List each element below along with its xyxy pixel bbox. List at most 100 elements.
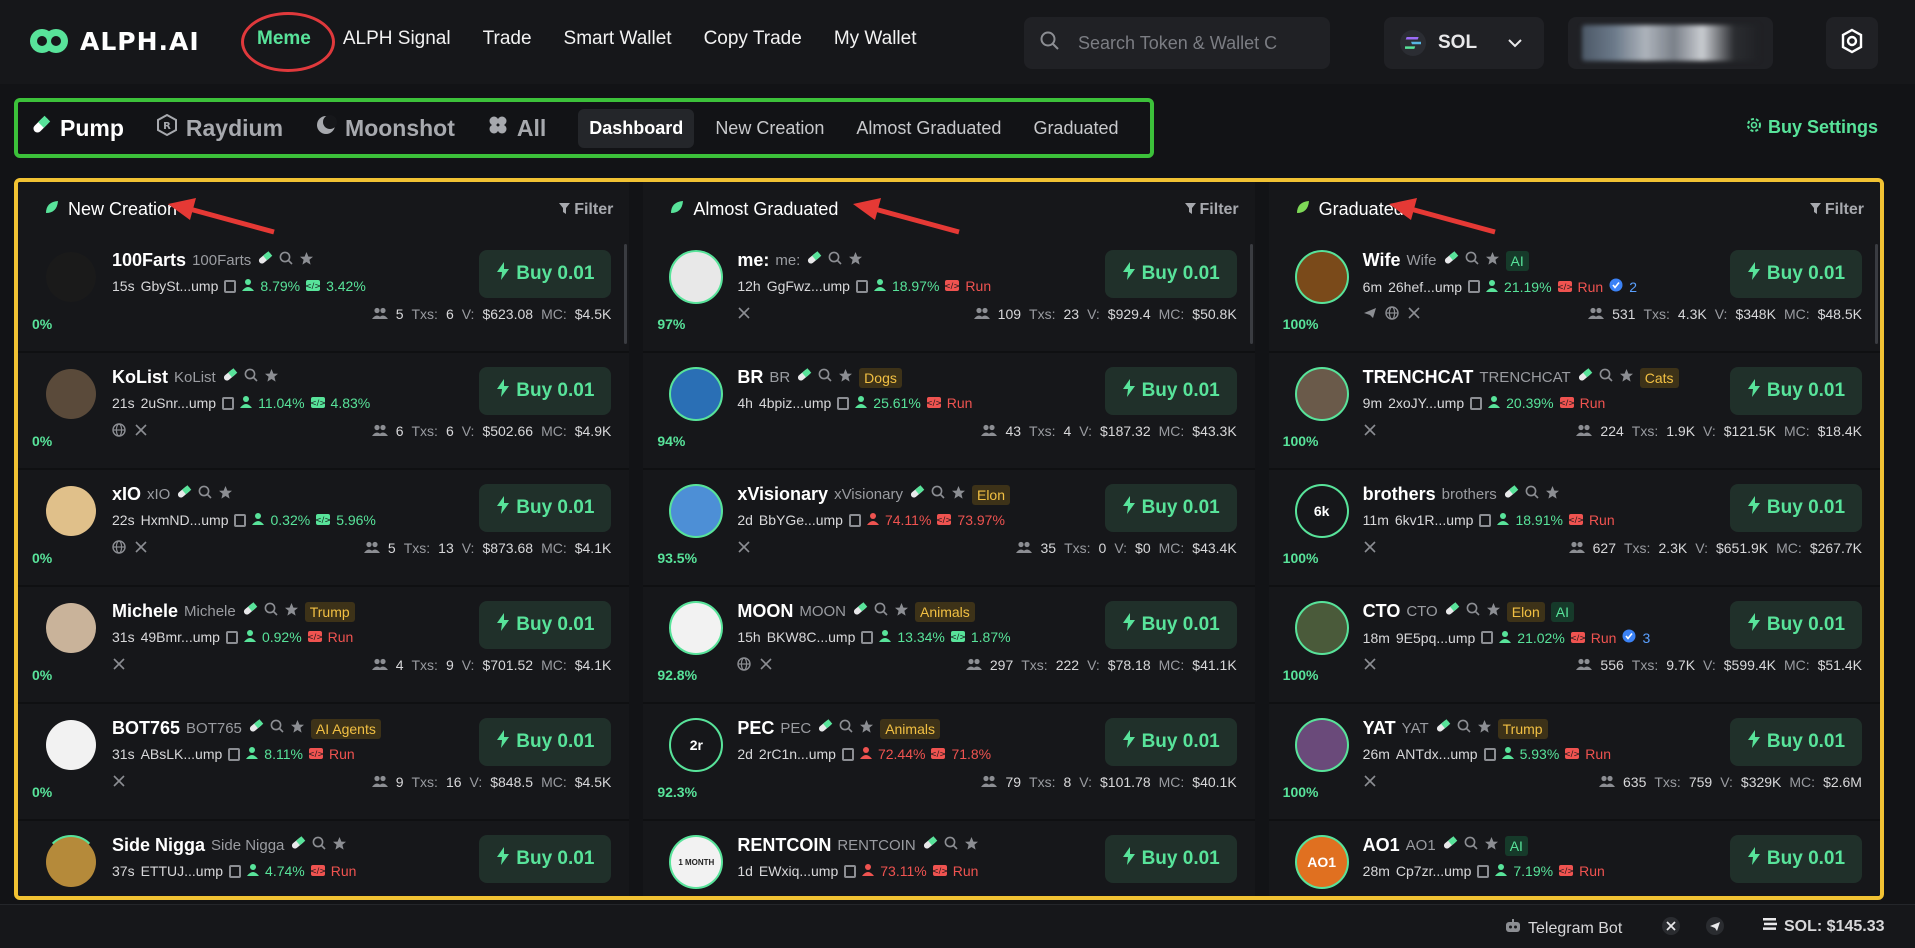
buy-button[interactable]: Buy 0.01 — [1104, 250, 1237, 298]
token-row[interactable]: 100% TRENCHCAT TRENCHCAT Cats 9m 2xoJY..… — [1268, 353, 1880, 470]
search-icon[interactable] — [264, 602, 278, 621]
copy-icon[interactable] — [229, 864, 242, 878]
copy-icon[interactable] — [1470, 396, 1483, 410]
copy-icon[interactable] — [224, 279, 237, 293]
copy-icon[interactable] — [861, 630, 874, 644]
brand-logo[interactable]: ALPH.AI — [28, 24, 200, 58]
copy-icon[interactable] — [222, 396, 235, 410]
search-icon[interactable] — [818, 368, 832, 387]
star-icon[interactable] — [838, 368, 853, 388]
x-icon[interactable] — [737, 540, 751, 557]
token-name[interactable]: xVisionary — [737, 484, 828, 505]
token-name[interactable]: KoList — [112, 367, 168, 388]
tab-graduated[interactable]: Graduated — [1022, 109, 1129, 148]
token-row[interactable]: 93.5% xVisionary xVisionary Elon 2d BbYG… — [643, 470, 1255, 587]
token-row[interactable]: 100% YAT YAT Trump 26m ANTdx...ump 5.93%… — [1268, 704, 1880, 821]
nav-alph-signal[interactable]: ALPH Signal — [343, 28, 451, 50]
token-avatar[interactable] — [44, 601, 98, 655]
star-icon[interactable] — [859, 719, 874, 739]
token-row[interactable]: 100% Wife Wife AI 6m 26hef...ump 21.19% … — [1268, 236, 1880, 353]
token-name[interactable]: YAT — [1363, 718, 1396, 739]
token-avatar[interactable] — [1294, 601, 1349, 655]
platform-moonshot[interactable]: Moonshot — [315, 114, 455, 142]
search-icon[interactable] — [1599, 368, 1613, 387]
token-avatar[interactable] — [44, 835, 98, 889]
platform-raydium[interactable]: R Raydium — [156, 113, 283, 142]
copy-icon[interactable] — [841, 747, 854, 761]
token-name[interactable]: TRENCHCAT — [1363, 367, 1474, 388]
buy-button[interactable]: Buy 0.01 — [1104, 835, 1237, 883]
star-icon[interactable] — [1484, 836, 1499, 856]
globe-icon[interactable] — [112, 540, 126, 557]
token-name[interactable]: MOON — [737, 601, 793, 622]
token-row[interactable]: 100% CTO CTO Elon AI 18m 9E5pq...ump 21.0… — [1268, 587, 1880, 704]
telegram-icon[interactable] — [1363, 306, 1377, 323]
token-name[interactable]: Michele — [112, 601, 178, 622]
token-name[interactable]: xIO — [112, 484, 141, 505]
token-row[interactable]: 92.8% MOON MOON Animals 15h BKW8C...ump … — [643, 587, 1255, 704]
buy-button[interactable]: Buy 0.01 — [479, 835, 612, 883]
token-avatar[interactable] — [1294, 367, 1349, 421]
token-avatar[interactable]: 1 MONTH — [669, 835, 724, 889]
buy-button[interactable]: Buy 0.01 — [1729, 835, 1862, 883]
wallet-address-blurred[interactable] — [1568, 17, 1773, 69]
x-icon[interactable] — [737, 306, 751, 323]
star-icon[interactable] — [299, 251, 314, 271]
star-icon[interactable] — [964, 836, 979, 856]
star-icon[interactable] — [1545, 485, 1560, 505]
buy-button[interactable]: Buy 0.01 — [479, 601, 612, 649]
token-row[interactable]: 2r 92.3% PEC PEC Animals 2d 2rC1n...ump … — [643, 704, 1255, 821]
buy-button[interactable]: Buy 0.01 — [1729, 367, 1862, 415]
buy-button[interactable]: Buy 0.01 — [479, 250, 612, 298]
globe-icon[interactable] — [112, 423, 126, 440]
token-row[interactable]: 6k 100% brothers brothers 11m 6kv1R...um… — [1268, 470, 1880, 587]
token-name[interactable]: Wife — [1363, 250, 1401, 271]
nav-copy-trade[interactable]: Copy Trade — [704, 28, 802, 50]
search-icon[interactable] — [1465, 251, 1479, 270]
copy-icon[interactable] — [1481, 631, 1494, 644]
token-name[interactable]: Side Nigga — [112, 835, 205, 856]
star-icon[interactable] — [284, 602, 299, 622]
buy-button[interactable]: Buy 0.01 — [479, 718, 612, 766]
tab-dashboard[interactable]: Dashboard — [578, 108, 695, 148]
search-icon[interactable] — [279, 251, 293, 270]
nav-trade[interactable]: Trade — [483, 28, 532, 50]
token-avatar[interactable] — [44, 484, 98, 538]
buy-settings-link[interactable]: Buy Settings — [1746, 117, 1878, 138]
token-row[interactable]: 0% KoList KoList 21s 2uSnr...ump 11.04% … — [18, 353, 630, 470]
search-icon[interactable] — [931, 485, 945, 504]
token-row[interactable]: 0% 100Farts 100Farts 15s GbySt...ump 8.7… — [18, 236, 630, 353]
token-name[interactable]: brothers — [1363, 484, 1436, 505]
buy-button[interactable]: Buy 0.01 — [1729, 601, 1862, 649]
search-icon[interactable] — [198, 485, 212, 504]
token-avatar[interactable]: AO1 — [1294, 835, 1349, 889]
token-row[interactable]: Side Nigga Side Nigga 37s ETTUJ...ump 4.… — [18, 821, 629, 896]
token-avatar[interactable]: 6k — [1294, 484, 1349, 538]
token-avatar[interactable] — [669, 601, 724, 655]
filter-button[interactable]: Filter — [1809, 201, 1864, 219]
search-icon[interactable] — [1457, 719, 1471, 738]
copy-icon[interactable] — [1468, 280, 1481, 293]
x-icon[interactable] — [759, 657, 773, 674]
star-icon[interactable] — [1477, 719, 1492, 739]
globe-icon[interactable] — [737, 657, 752, 674]
buy-button[interactable]: Buy 0.01 — [1729, 250, 1862, 298]
buy-button[interactable]: Buy 0.01 — [1104, 601, 1237, 649]
x-icon[interactable] — [112, 657, 126, 674]
buy-button[interactable]: Buy 0.01 — [1729, 484, 1862, 532]
copy-icon[interactable] — [234, 513, 247, 527]
token-avatar[interactable]: 2r — [669, 718, 724, 772]
token-avatar[interactable] — [44, 367, 98, 421]
nav-my-wallet[interactable]: My Wallet — [834, 28, 917, 50]
search-input[interactable] — [1078, 32, 1298, 54]
search-box[interactable] — [1024, 17, 1330, 69]
token-avatar[interactable] — [669, 250, 724, 304]
copy-icon[interactable] — [855, 279, 868, 293]
buy-button[interactable]: Buy 0.01 — [479, 484, 612, 532]
star-icon[interactable] — [264, 368, 279, 388]
x-icon[interactable] — [1363, 540, 1377, 557]
column-scrollbar[interactable] — [1874, 244, 1878, 344]
buy-button[interactable]: Buy 0.01 — [1104, 718, 1237, 766]
tab-almost-graduated[interactable]: Almost Graduated — [845, 109, 1012, 148]
star-icon[interactable] — [332, 836, 347, 856]
